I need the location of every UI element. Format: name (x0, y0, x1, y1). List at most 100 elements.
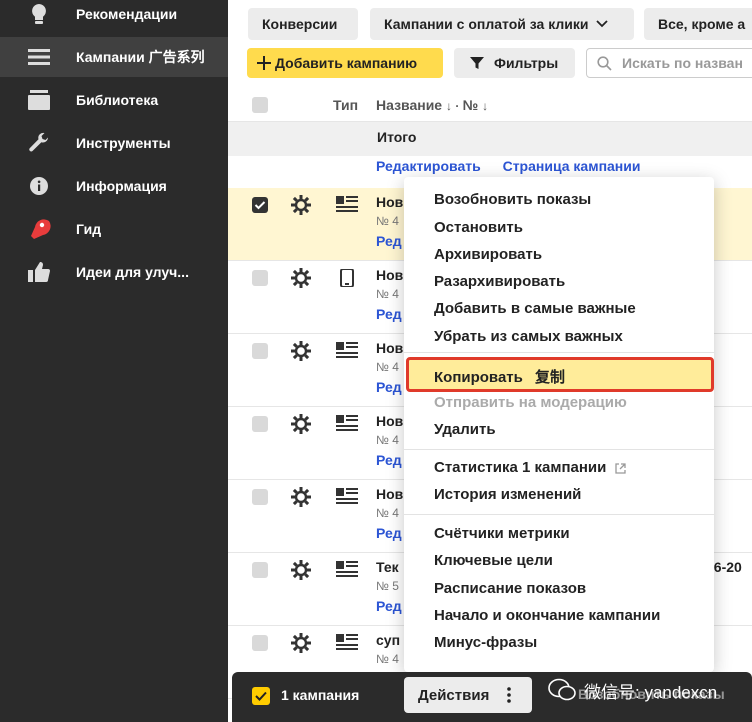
sidebar-item-ideas[interactable]: Идеи для улуч... (0, 252, 228, 292)
menu-item-remove-important[interactable]: Убрать из самых важных (434, 328, 623, 345)
campaign-name[interactable]: Тек (376, 559, 399, 575)
text-ad-icon (336, 342, 358, 360)
menu-item-history[interactable]: История изменений (434, 486, 581, 503)
text-ad-icon (336, 415, 358, 433)
menu-item-metrika-counters[interactable]: Счётчики метрики (434, 525, 570, 542)
sort-arrow-icon: ↓ · (445, 99, 463, 113)
edit-link[interactable]: Ред (376, 452, 402, 468)
menu-item-resume[interactable]: Возобновить показы (434, 191, 591, 208)
sidebar-item-campaigns[interactable]: Кампании 广告系列 (0, 37, 228, 77)
edit-link[interactable]: Ред (376, 598, 402, 614)
menu-item-add-important[interactable]: Добавить в самые важные (434, 300, 636, 317)
sidebar-item-guide[interactable]: Гид (0, 209, 228, 249)
actions-button[interactable]: Действия (404, 677, 532, 713)
sidebar-item-label: Инструменты (76, 135, 171, 151)
edit-link[interactable]: Ред (376, 233, 402, 249)
check-icon (254, 201, 266, 210)
mobile-icon (336, 268, 358, 288)
menu-item-copy[interactable]: Копировать 复制 (434, 366, 565, 387)
tab-label: Все, кроме а (658, 16, 746, 32)
sidebar-item-recommendations[interactable]: Рекомендации (0, 0, 228, 34)
filters-button[interactable]: Фильтры (454, 48, 575, 78)
selection-count: 1 кампания (281, 687, 360, 703)
column-type[interactable]: Тип (333, 97, 358, 113)
chevron-down-icon (596, 20, 609, 28)
add-campaign-label: Добавить кампанию (275, 55, 418, 71)
row-checkbox[interactable] (252, 343, 268, 359)
select-all-checkbox[interactable] (252, 97, 268, 113)
row-checkbox[interactable] (252, 489, 268, 505)
menu-divider (404, 449, 714, 450)
menu-item-unarchive[interactable]: Разархивировать (434, 273, 565, 290)
campaign-number: № 4 (376, 433, 399, 447)
tab-label: Кампании с оплатой за клики (384, 16, 589, 32)
gear-icon[interactable] (290, 340, 312, 362)
gear-icon[interactable] (290, 413, 312, 435)
sidebar-item-library[interactable]: Библиотека (0, 80, 228, 120)
column-name[interactable]: Название ↓ · № ↓ (376, 97, 488, 113)
menu-item-schedule[interactable]: Расписание показов (434, 580, 586, 597)
row-checkbox[interactable] (252, 270, 268, 286)
menu-item-key-goals[interactable]: Ключевые цели (434, 552, 553, 569)
menu-item-send-moderation: Отправить на модерацию (434, 394, 627, 411)
sidebar-item-tools[interactable]: Инструменты (0, 123, 228, 163)
row-checkbox[interactable] (252, 197, 268, 213)
add-campaign-button[interactable]: Добавить кампанию (247, 48, 443, 78)
row-checkbox[interactable] (252, 635, 268, 651)
list-icon (26, 44, 52, 70)
column-number-label: № (462, 97, 479, 113)
campaign-number: № 5 (376, 579, 399, 593)
sidebar-item-information[interactable]: Информация (0, 166, 228, 206)
totals-row: Итого (228, 122, 752, 156)
menu-item-delete[interactable]: Удалить (434, 421, 496, 438)
campaign-name[interactable]: Нов (376, 340, 403, 356)
edit-link[interactable]: Ред (376, 525, 402, 541)
tab-all-except[interactable]: Все, кроме а (644, 8, 752, 40)
gear-icon[interactable] (290, 194, 312, 216)
gear-icon[interactable] (290, 486, 312, 508)
tab-conversions[interactable]: Конверсии (248, 8, 358, 40)
row-checkbox[interactable] (252, 416, 268, 432)
edit-link[interactable]: Ред (376, 379, 402, 395)
gear-icon[interactable] (290, 632, 312, 654)
gear-icon[interactable] (290, 267, 312, 289)
watermark: 微信号: yandexcn (548, 672, 752, 708)
menu-item-start-end[interactable]: Начало и окончание кампании (434, 607, 660, 624)
campaign-number: № 4 (376, 652, 399, 666)
filters-label: Фильтры (494, 55, 559, 71)
sort-arrow-icon: ↓ (482, 99, 489, 113)
campaign-name[interactable]: Нов (376, 267, 403, 283)
text-ad-icon (336, 488, 358, 506)
row-checkbox[interactable] (252, 562, 268, 578)
edit-link[interactable]: Редактировать (376, 158, 481, 174)
menu-item-negative-keywords[interactable]: Минус-фразы (434, 634, 537, 651)
campaign-name[interactable]: суп (376, 632, 400, 648)
menu-item-archive[interactable]: Архивировать (434, 246, 542, 263)
campaign-page-link[interactable]: Страница кампании (503, 158, 641, 174)
campaign-name[interactable]: Нов (376, 486, 403, 502)
search-input[interactable] (622, 55, 752, 71)
totals-links: Редактировать Страница кампании (376, 158, 658, 174)
more-vertical-icon (507, 687, 512, 703)
plus-icon (257, 56, 271, 70)
campaign-name[interactable]: Нов (376, 194, 403, 210)
campaign-name[interactable]: Нов (376, 413, 403, 429)
selection-checkbox[interactable] (252, 687, 270, 705)
sidebar: Рекомендации Кампании 广告系列 Библиотека Ин… (0, 0, 228, 722)
edit-link[interactable]: Ред (376, 306, 402, 322)
menu-item-copy-annotation: 复制 (535, 369, 566, 386)
sidebar-item-label: Кампании 广告系列 (76, 49, 205, 65)
external-link-icon (614, 462, 626, 474)
filter-icon (470, 56, 484, 70)
tab-cpc-campaigns[interactable]: Кампании с оплатой за клики (370, 8, 634, 40)
menu-divider (404, 514, 714, 515)
menu-item-statistics[interactable]: Статистика 1 кампании (434, 459, 626, 476)
menu-item-stop[interactable]: Остановить (434, 219, 523, 236)
thumbs-up-icon (26, 259, 52, 285)
sidebar-item-label: Гид (76, 221, 102, 237)
gear-icon[interactable] (290, 559, 312, 581)
search-field[interactable] (586, 48, 752, 78)
search-icon (597, 55, 612, 71)
table-header: Тип Название ↓ · № ↓ (228, 88, 752, 122)
wrench-icon (26, 130, 52, 156)
